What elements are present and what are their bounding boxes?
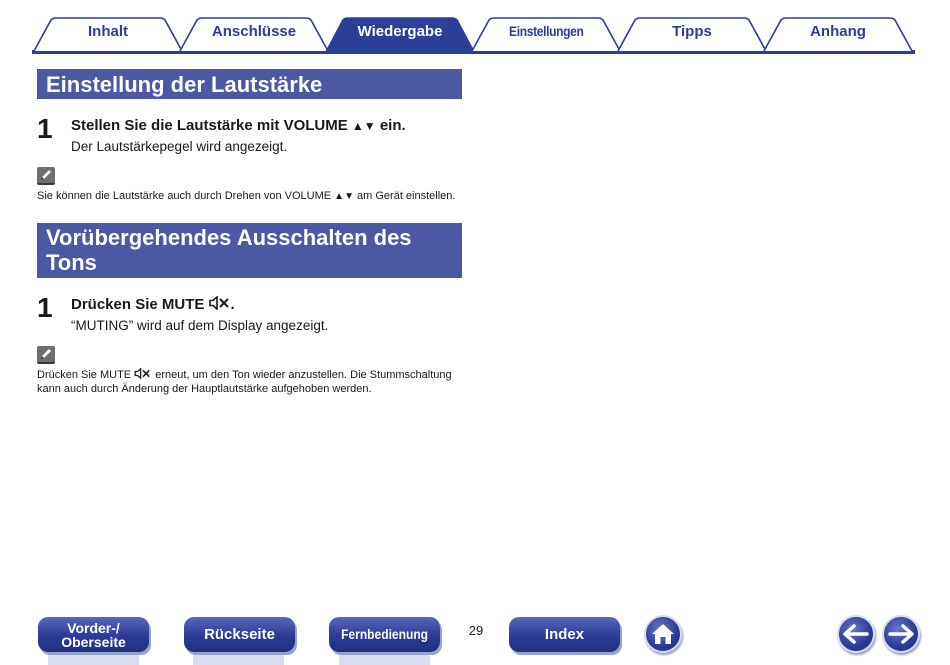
index-label: Index xyxy=(544,626,585,643)
tab-label: Wiedergabe xyxy=(357,22,443,40)
label-line: Vorder-/ xyxy=(67,619,120,636)
tab-inhalt[interactable]: Inhalt xyxy=(33,17,183,53)
heading-line: Tons xyxy=(46,250,97,275)
arrow-right-icon xyxy=(888,624,914,644)
remote-control-label: Fernbedienung xyxy=(341,626,428,642)
tab-anschluesse[interactable]: Anschlüsse xyxy=(179,17,329,53)
front-top-label: Vorder-/ Oberseite xyxy=(61,621,126,649)
rear-label: Rückseite xyxy=(204,626,275,643)
step-title-text: Stellen Sie die Lautstärke mit VOLUME xyxy=(71,117,352,134)
volume-up-down-symbol: ▲▼ xyxy=(351,119,376,133)
tab-label: Inhalt xyxy=(88,22,128,40)
previous-page-button[interactable] xyxy=(837,615,875,653)
remote-control-button[interactable]: Fernbedienung xyxy=(329,617,440,652)
pencil-icon xyxy=(41,349,51,359)
note-line: kann auch durch Änderung der Hauptlautst… xyxy=(37,383,372,395)
note-text-end: erneut, um den Ton wieder anzustellen. D… xyxy=(152,369,452,381)
index-button[interactable]: Index xyxy=(509,617,620,652)
pencil-icon xyxy=(41,170,51,180)
nav-button-shadow xyxy=(339,652,430,665)
volume-up-down-symbol: ▲▼ xyxy=(334,191,354,202)
note-text: Sie können die Lautstärke auch durch Dre… xyxy=(37,190,335,202)
step-title-volume: Stellen Sie die Lautstärke mit VOLUME ▲▼… xyxy=(71,117,406,134)
note-text-end: am Gerät einstellen. xyxy=(353,190,456,202)
step-description: “MUTING” wird auf dem Display angezeigt. xyxy=(71,318,329,333)
pencil-note-icon xyxy=(37,346,55,364)
arrow-left-icon xyxy=(843,624,869,644)
section-heading-volume: Einstellung der Lautstärke xyxy=(37,69,462,99)
tab-label: Tipps xyxy=(672,22,712,40)
step-title-text-end: . xyxy=(230,296,235,313)
nav-button-shadow xyxy=(48,652,139,665)
section-heading-mute: Vorübergehendes Ausschalten des Tons xyxy=(37,223,462,278)
page-number: 29 xyxy=(468,623,484,638)
step-title-mute: Drücken Sie MUTE . xyxy=(71,295,235,313)
step-title-text: Drücken Sie MUTE xyxy=(71,296,209,313)
note-line: Drücken Sie MUTE erneut, um den Ton wied… xyxy=(37,367,467,382)
heading-line: Vorübergehendes Ausschalten des xyxy=(46,225,412,250)
label-line: Oberseite xyxy=(61,633,126,650)
home-icon xyxy=(652,624,674,644)
home-button[interactable] xyxy=(644,615,682,653)
note-text-mute: Drücken Sie MUTE erneut, um den Ton wied… xyxy=(37,367,467,396)
front-top-button[interactable]: Vorder-/ Oberseite xyxy=(38,617,149,652)
step-description: Der Lautstärkepegel wird angezeigt. xyxy=(71,139,288,154)
speaker-mute-icon xyxy=(208,295,229,311)
note-text-volume: Sie können die Lautstärke auch durch Dre… xyxy=(37,189,467,204)
note-text: Drücken Sie MUTE xyxy=(37,369,135,381)
next-page-button[interactable] xyxy=(882,615,920,653)
step-number: 1 xyxy=(37,113,53,144)
tab-label: Einstellungen xyxy=(508,23,584,39)
tab-wiedergabe[interactable]: Wiedergabe xyxy=(325,17,475,53)
tab-tipps[interactable]: Tipps xyxy=(617,17,767,53)
tab-anhang[interactable]: Anhang xyxy=(763,17,913,53)
tab-label: Anschlüsse xyxy=(211,22,297,40)
step-number: 1 xyxy=(37,292,53,323)
tab-einstellungen[interactable]: Einstellungen xyxy=(471,17,621,53)
nav-button-shadow xyxy=(193,652,284,665)
rear-button[interactable]: Rückseite xyxy=(184,617,295,652)
pencil-note-icon xyxy=(37,167,55,185)
step-title-text-end: ein. xyxy=(375,117,406,134)
speaker-mute-icon xyxy=(134,367,151,380)
tab-bar: Inhalt Anschlüsse Wiedergabe Einstellung… xyxy=(0,0,950,56)
tab-label: Anhang xyxy=(810,22,866,40)
